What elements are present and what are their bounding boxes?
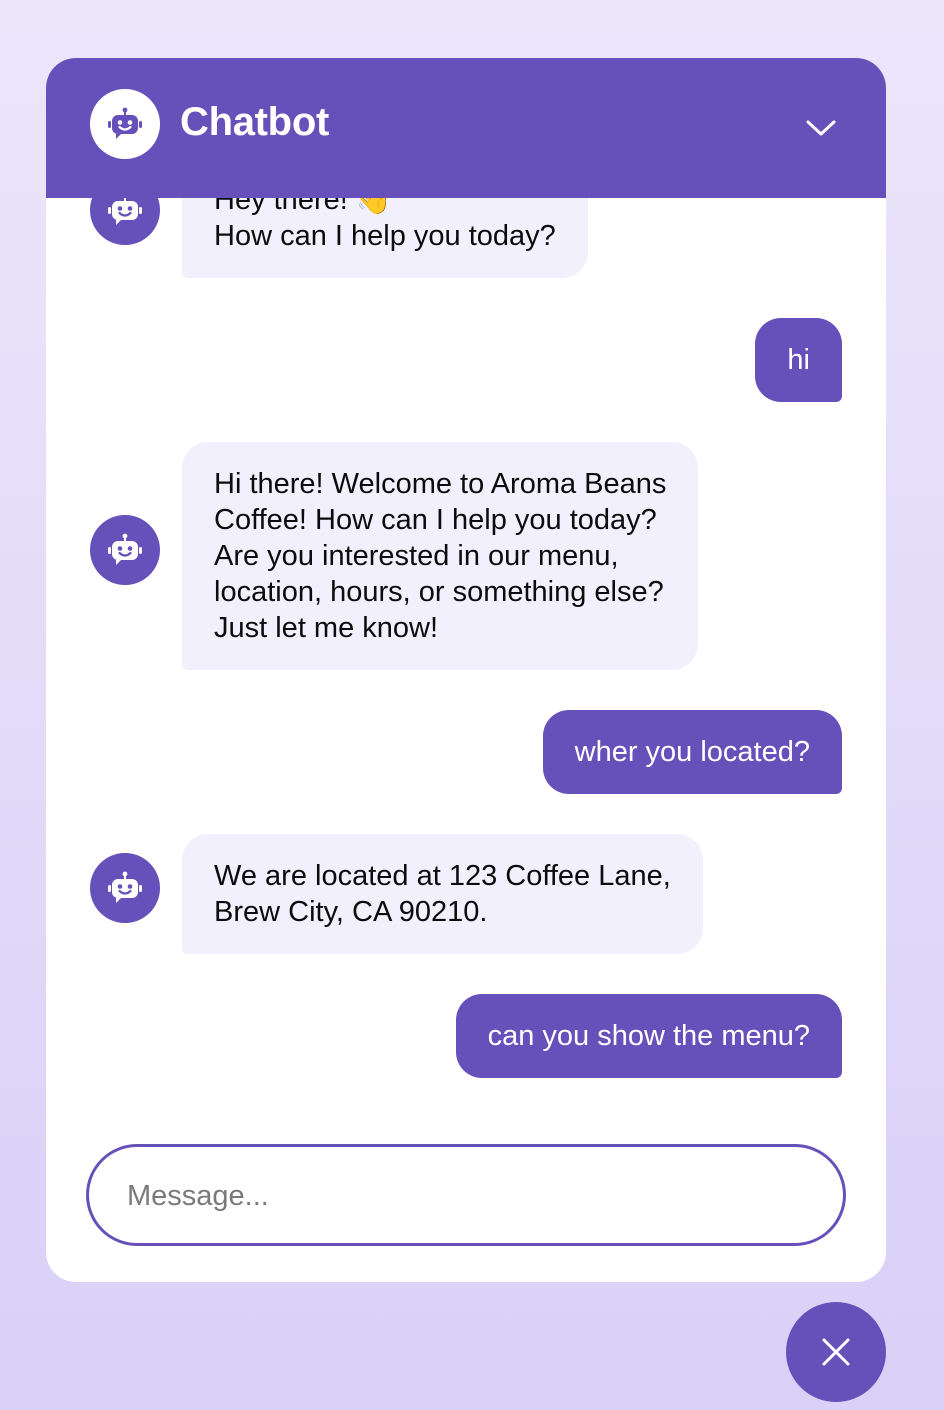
message-line: How can I help you today? [214, 220, 556, 252]
message-text: can you show the menu? [487, 1020, 810, 1052]
chat-window: Hey there! 👋 How can I help you today? h… [46, 58, 886, 1282]
chat-title: Chatbot [180, 100, 329, 144]
user-message: hi [755, 318, 842, 402]
chat-body[interactable]: Hey there! 👋 How can I help you today? h… [46, 58, 886, 1118]
close-icon [822, 1338, 850, 1366]
message-line: location, hours, or something else? [214, 576, 664, 608]
message-text: wher you located? [574, 736, 810, 768]
bot-avatar [90, 853, 160, 923]
message-line: Brew City, CA 90210. [214, 896, 488, 928]
chatbot-logo [90, 89, 160, 159]
robot-icon [108, 533, 142, 565]
collapse-chat-button[interactable] [796, 108, 846, 148]
message-line: Coffee! How can I help you today? [214, 504, 657, 536]
robot-icon [108, 871, 142, 903]
message-text: hi [787, 344, 810, 376]
robot-icon [108, 107, 142, 139]
user-message: wher you located? [542, 710, 842, 794]
message-line: Just let me know! [214, 612, 439, 644]
message-input[interactable] [125, 1147, 809, 1245]
message-line: Are you interested in our menu, [214, 540, 619, 572]
message-line: We are located at 123 Coffee Lane, [214, 860, 671, 892]
chevron-down-icon [806, 120, 836, 136]
message-line: Hi there! Welcome to Aroma Beans [214, 468, 667, 500]
bot-avatar [90, 515, 160, 585]
message-input-container [86, 1144, 846, 1246]
chat-header: Chatbot [46, 58, 886, 198]
chat-toggle-button[interactable] [786, 1302, 886, 1402]
bot-message: Hi there! Welcome to Aroma Beans Coffee!… [182, 442, 699, 670]
bot-message: We are located at 123 Coffee Lane, Brew … [182, 834, 703, 954]
user-message: can you show the menu? [455, 994, 842, 1078]
